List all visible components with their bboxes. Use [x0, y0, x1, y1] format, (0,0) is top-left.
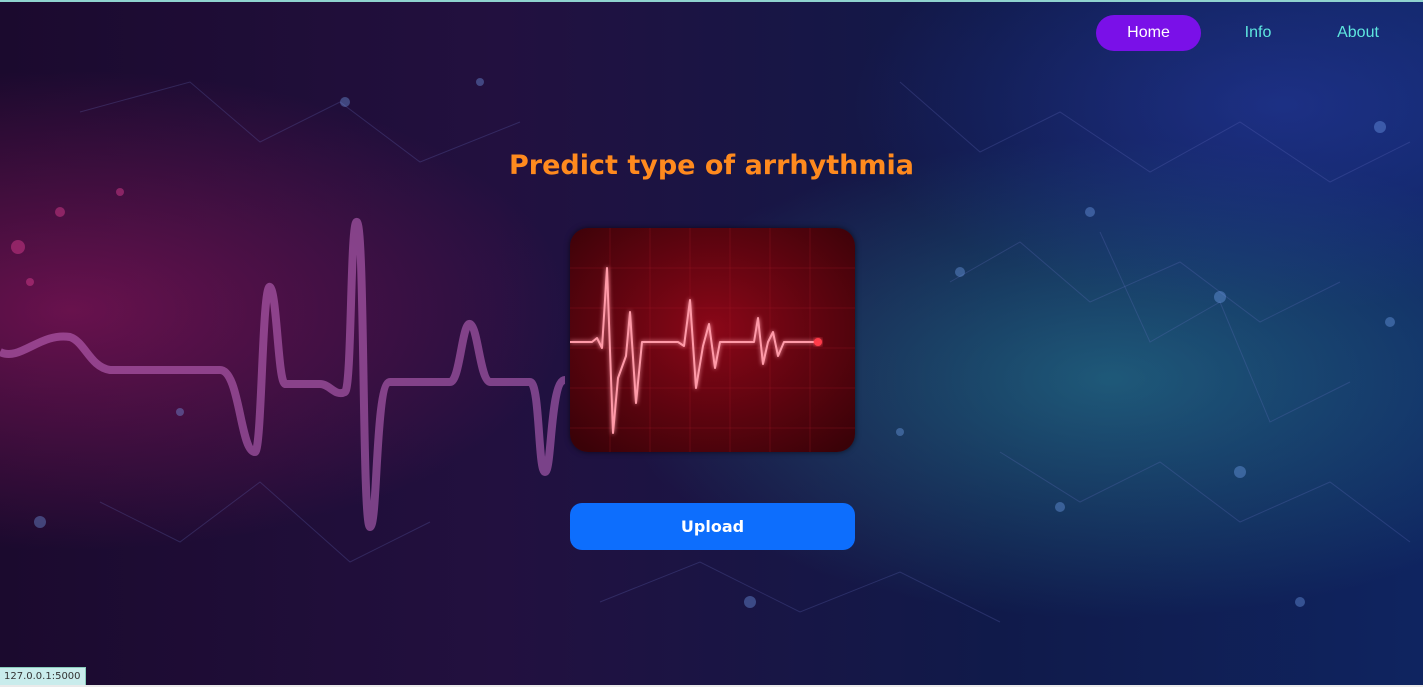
ecg-image — [570, 228, 855, 452]
nav-info-link[interactable]: Info — [1218, 15, 1298, 51]
nav-about-link[interactable]: About — [1323, 15, 1393, 51]
status-bar-url: 127.0.0.1:5000 — [0, 667, 86, 685]
nav-home-link[interactable]: Home — [1096, 15, 1201, 51]
upload-button[interactable]: Upload — [570, 503, 855, 550]
page-title: Predict type of arrhythmia — [509, 150, 914, 181]
